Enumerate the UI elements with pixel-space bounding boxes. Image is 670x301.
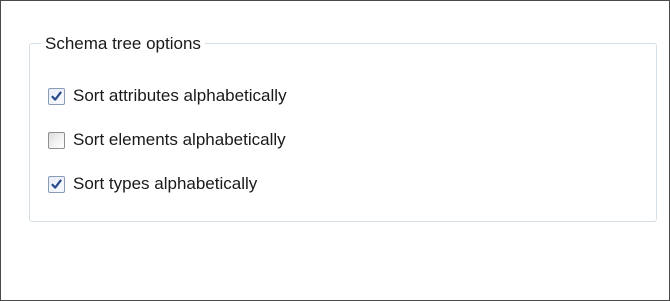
sort-elements-checkbox[interactable] [48, 131, 65, 149]
sort-elements-label: Sort elements alphabetically [73, 130, 286, 149]
sort-types-checkbox[interactable] [48, 175, 65, 193]
sort-attributes-option[interactable]: Sort attributes alphabetically [48, 85, 287, 107]
sort-attributes-label: Sort attributes alphabetically [73, 86, 287, 105]
checkmark-icon [51, 179, 62, 189]
checkmark-icon [51, 91, 62, 101]
sort-types-option[interactable]: Sort types alphabetically [48, 173, 257, 195]
group-title: Schema tree options [41, 34, 205, 54]
sort-attributes-checkbox[interactable] [48, 87, 65, 105]
options-panel: Schema tree options Sort attributes alph… [0, 0, 670, 301]
sort-elements-option[interactable]: Sort elements alphabetically [48, 129, 286, 151]
sort-types-label: Sort types alphabetically [73, 174, 258, 193]
